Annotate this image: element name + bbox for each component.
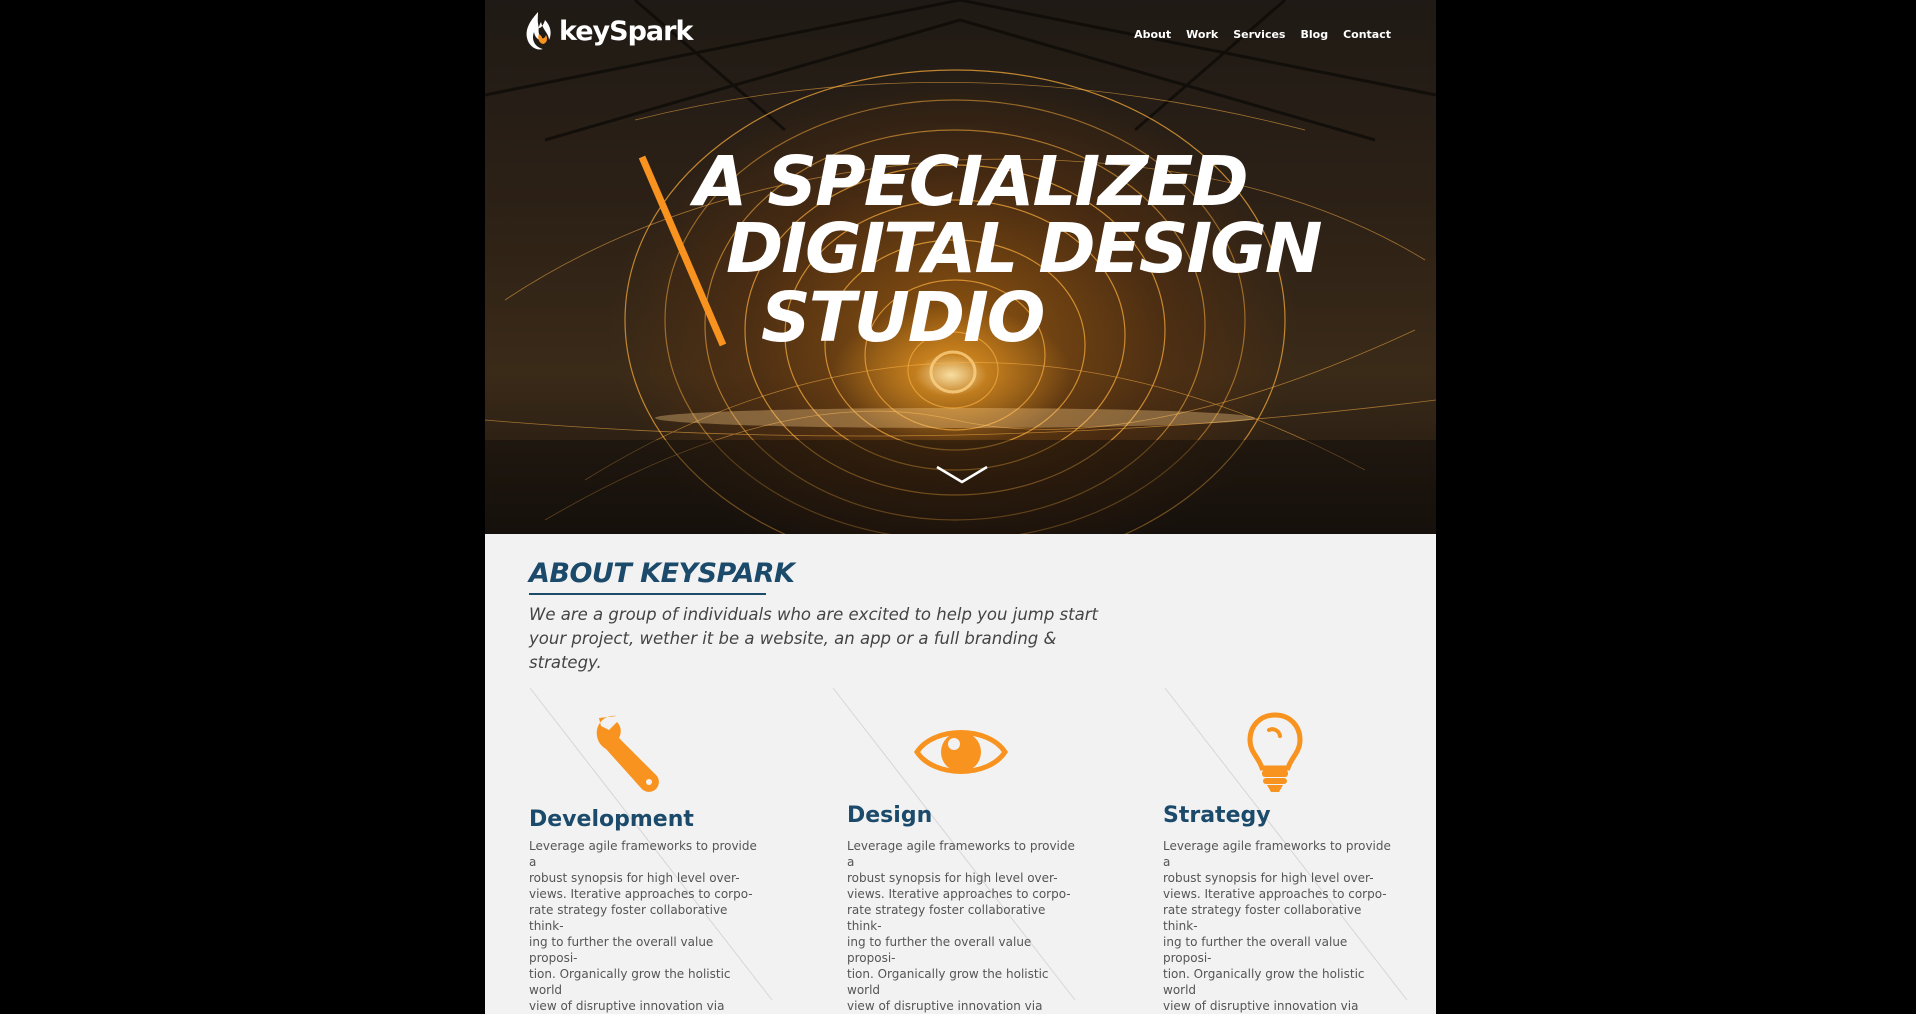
service-description: Leverage agile frameworks to provide a r… — [529, 839, 757, 1013]
eye-icon — [914, 730, 1008, 774]
page: keySpark About Work Services Blog Contac… — [485, 0, 1436, 1014]
service-title: Strategy — [1163, 803, 1271, 828]
lightbulb-icon — [1247, 712, 1303, 792]
service-description: Leverage agile frameworks to provide a r… — [1163, 839, 1391, 1013]
service-description: Leverage agile frameworks to provide a r… — [847, 839, 1075, 1013]
wrench-icon — [596, 715, 659, 792]
service-title: Development — [529, 807, 694, 832]
service-title: Design — [847, 803, 933, 828]
